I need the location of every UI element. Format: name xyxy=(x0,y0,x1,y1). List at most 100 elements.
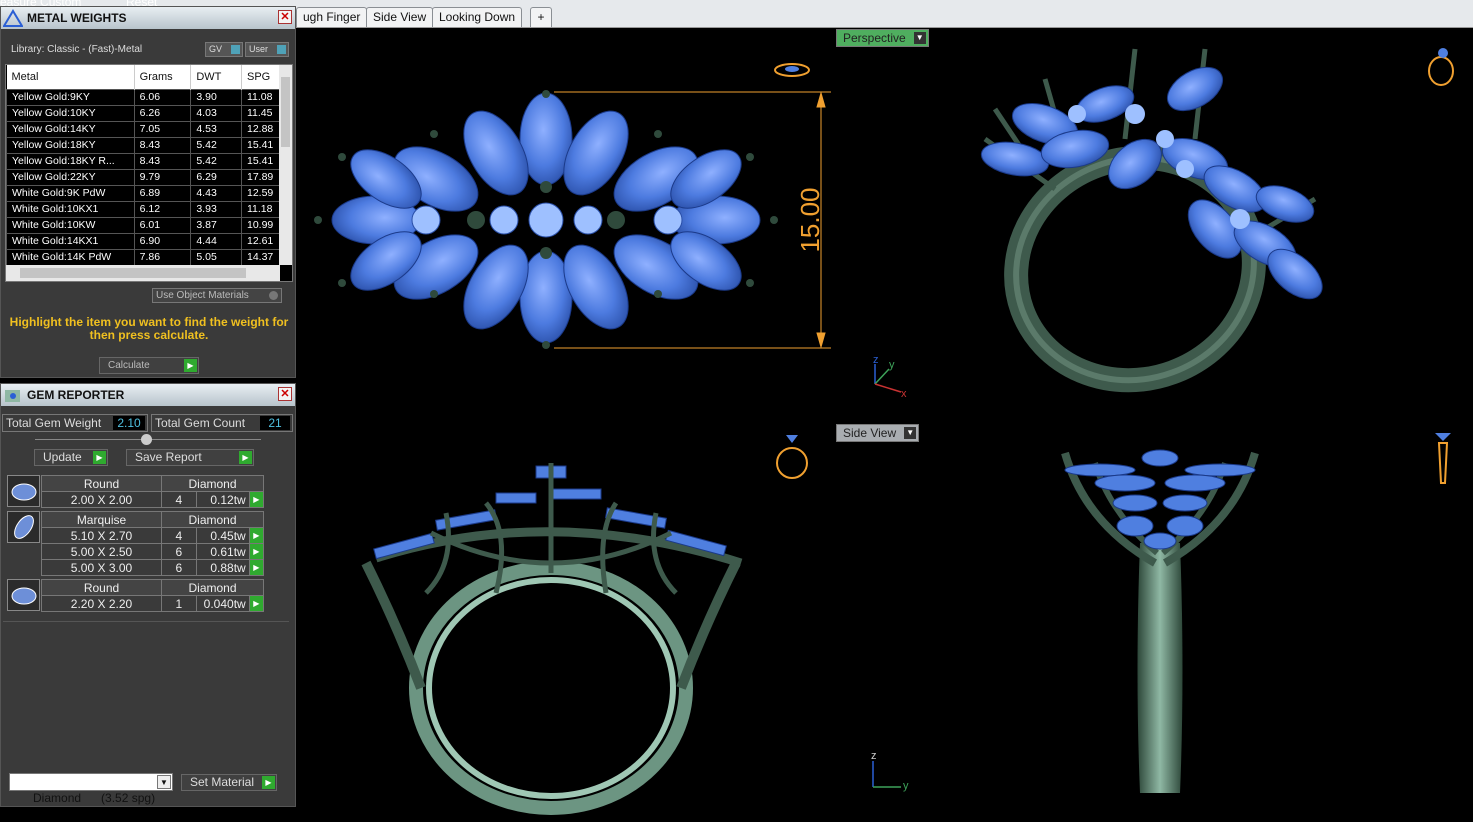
vertical-scrollbar[interactable] xyxy=(279,65,292,265)
close-icon[interactable]: ✕ xyxy=(278,387,292,401)
tab-through-finger[interactable]: ugh Finger xyxy=(296,7,368,27)
gem-row[interactable]: 2.00 X 2.00 4 0.12tw ▶ xyxy=(41,491,265,508)
column-header-dwt[interactable]: DWT xyxy=(190,65,242,89)
grams-value: 6.90 xyxy=(133,232,192,250)
ring-orientation-icon xyxy=(776,435,808,479)
total-gem-count-field: Total Gem Count 21 xyxy=(151,414,293,432)
table-row[interactable]: Yellow Gold:18KY 8.43 5.42 15.41 xyxy=(6,136,280,154)
gem-reporter-titlebar[interactable]: GEM REPORTER ✕ xyxy=(1,384,295,406)
table-row[interactable]: White Gold:14KX1 6.90 4.44 12.61 xyxy=(6,232,280,250)
spg-value: 11.08 xyxy=(240,88,280,106)
button-label: Save Report xyxy=(135,450,202,464)
play-icon[interactable]: ▶ xyxy=(248,559,265,576)
gem-reporter-panel: GEM REPORTER ✕ Total Gem Weight 2.10 Tot… xyxy=(0,383,296,807)
spg-value: 12.59 xyxy=(240,184,280,202)
column-header-spg[interactable]: SPG xyxy=(241,65,280,89)
gem-count: 4 xyxy=(161,527,197,544)
gem-row[interactable]: 5.10 X 2.70 4 0.45tw ▶ xyxy=(41,527,265,544)
user-toggle[interactable]: User xyxy=(245,42,289,57)
total-gem-weight-value: 2.10 xyxy=(113,416,145,430)
update-button[interactable]: Update ▶ xyxy=(34,449,108,466)
table-row[interactable]: Yellow Gold:18KY R... 8.43 5.42 15.41 xyxy=(6,152,280,170)
gem-shape: Round xyxy=(41,579,162,596)
gem-group-marquise: Marquise Diamond 5.10 X 2.70 4 0.45tw ▶ 5.00… xyxy=(41,511,265,576)
grams-value: 6.89 xyxy=(133,184,192,202)
gem-size: 5.00 X 3.00 xyxy=(41,559,162,576)
viewport-side[interactable]: Side View ▼ z y xyxy=(835,423,1473,822)
ring-orientation-icon xyxy=(1428,48,1454,86)
play-icon: ▶ xyxy=(184,359,197,372)
gv-toggle[interactable]: GV xyxy=(205,42,243,57)
spg-value: 12.61 xyxy=(240,232,280,250)
field-label: Total Gem Count xyxy=(155,416,246,430)
play-icon[interactable]: ▶ xyxy=(248,543,265,560)
tab-label: Side View xyxy=(373,10,427,24)
play-icon[interactable]: ▶ xyxy=(248,595,265,612)
grams-value: 6.01 xyxy=(133,216,192,234)
gem-row[interactable]: 2.20 X 2.20 1 0.040tw ▶ xyxy=(41,595,265,612)
gem-group-round-2: Round Diamond 2.20 X 2.20 1 0.040tw ▶ xyxy=(41,579,265,612)
column-header-metal[interactable]: Metal xyxy=(6,65,135,89)
grams-value: 7.86 xyxy=(133,248,192,265)
spg-value: 15.41 xyxy=(240,136,280,154)
instruction-text: Highlight the item you want to find the … xyxy=(9,315,289,342)
save-report-button[interactable]: Save Report ▶ xyxy=(126,449,254,466)
gem-count: 4 xyxy=(161,491,197,508)
use-object-materials-checkbox[interactable]: Use Object Materials xyxy=(152,288,282,303)
play-icon[interactable]: ▶ xyxy=(248,527,265,544)
table-row[interactable]: Yellow Gold:22KY 9.79 6.29 17.89 xyxy=(6,168,280,186)
slider-handle[interactable] xyxy=(141,434,152,445)
gem-row[interactable]: 5.00 X 3.00 6 0.88tw ▶ xyxy=(41,559,265,576)
axis-z-label: z xyxy=(871,750,877,762)
checkbox-indicator xyxy=(269,291,278,300)
metal-name: Yellow Gold:18KY xyxy=(6,136,135,154)
axis-x-label: x xyxy=(901,388,907,400)
axis-z-label: z xyxy=(873,354,879,366)
gem-weight: 0.88tw xyxy=(195,559,250,576)
tab-looking-down[interactable]: Looking Down xyxy=(432,7,523,27)
table-row[interactable]: White Gold:10KX1 6.12 3.93 11.18 xyxy=(6,200,280,218)
viewport-front[interactable] xyxy=(296,423,833,822)
close-icon[interactable]: ✕ xyxy=(278,10,292,24)
metal-table-container[interactable]: Metal Grams DWT SPG Yellow Gold:9KY 6.06 3… xyxy=(5,64,293,282)
tab-label: ugh Finger xyxy=(303,10,361,24)
ring-orientation-icon xyxy=(774,63,810,77)
dwt-value: 5.42 xyxy=(190,136,242,154)
set-material-button[interactable]: Set Material ▶ xyxy=(181,774,277,791)
gem-material-select[interactable]: Diamond (3.52 spg) ▼ xyxy=(9,773,173,805)
table-row[interactable]: Yellow Gold:10KY 6.26 4.03 11.45 xyxy=(6,104,280,122)
metal-weights-titlebar[interactable]: METAL WEIGHTS ✕ xyxy=(1,7,295,29)
spg-value: 11.45 xyxy=(240,104,280,122)
metal-name: Yellow Gold:14KY xyxy=(6,120,135,138)
tab-side-view[interactable]: Side View xyxy=(366,7,434,27)
calculate-button[interactable]: Calculate ▶ xyxy=(99,357,199,374)
scroll-thumb[interactable] xyxy=(281,77,290,147)
grams-value: 7.05 xyxy=(133,120,192,138)
column-header-grams[interactable]: Grams xyxy=(134,65,192,89)
round-gem-thumbnail xyxy=(7,579,40,611)
field-label: Total Gem Weight xyxy=(6,416,102,430)
table-row[interactable]: White Gold:9K PdW 6.89 4.43 12.59 xyxy=(6,184,280,202)
table-row[interactable]: White Gold:10KW 6.01 3.87 10.99 xyxy=(6,216,280,234)
viewport-perspective[interactable]: Perspective ▼ z y x xyxy=(835,29,1473,420)
dwt-value: 4.53 xyxy=(190,120,242,138)
add-tab-button[interactable]: + xyxy=(530,7,552,27)
metal-name: Yellow Gold:18KY R... xyxy=(6,152,135,170)
panel-title: GEM REPORTER xyxy=(27,388,125,402)
dimension-label: 15.00 xyxy=(795,187,825,252)
metal-name: Yellow Gold:22KY xyxy=(6,168,135,186)
table-row[interactable]: Yellow Gold:14KY 7.05 4.53 12.88 xyxy=(6,120,280,138)
table-row[interactable]: Yellow Gold:9KY 6.06 3.90 11.08 xyxy=(6,88,280,106)
gem-weight: 0.61tw xyxy=(195,543,250,560)
toggle-indicator xyxy=(277,45,286,54)
gem-material: Diamond xyxy=(161,511,264,528)
horizontal-scrollbar[interactable] xyxy=(6,265,280,281)
table-row[interactable]: White Gold:14K PdW 7.86 5.05 14.37 xyxy=(6,248,280,265)
scroll-thumb[interactable] xyxy=(20,268,246,278)
play-icon[interactable]: ▶ xyxy=(248,491,265,508)
grams-value: 9.79 xyxy=(133,168,192,186)
viewport-top[interactable]: 15.00 xyxy=(296,29,833,420)
gem-row[interactable]: 5.00 X 2.50 6 0.61tw ▶ xyxy=(41,543,265,560)
spg-value: 17.89 xyxy=(240,168,280,186)
dwt-value: 5.42 xyxy=(190,152,242,170)
